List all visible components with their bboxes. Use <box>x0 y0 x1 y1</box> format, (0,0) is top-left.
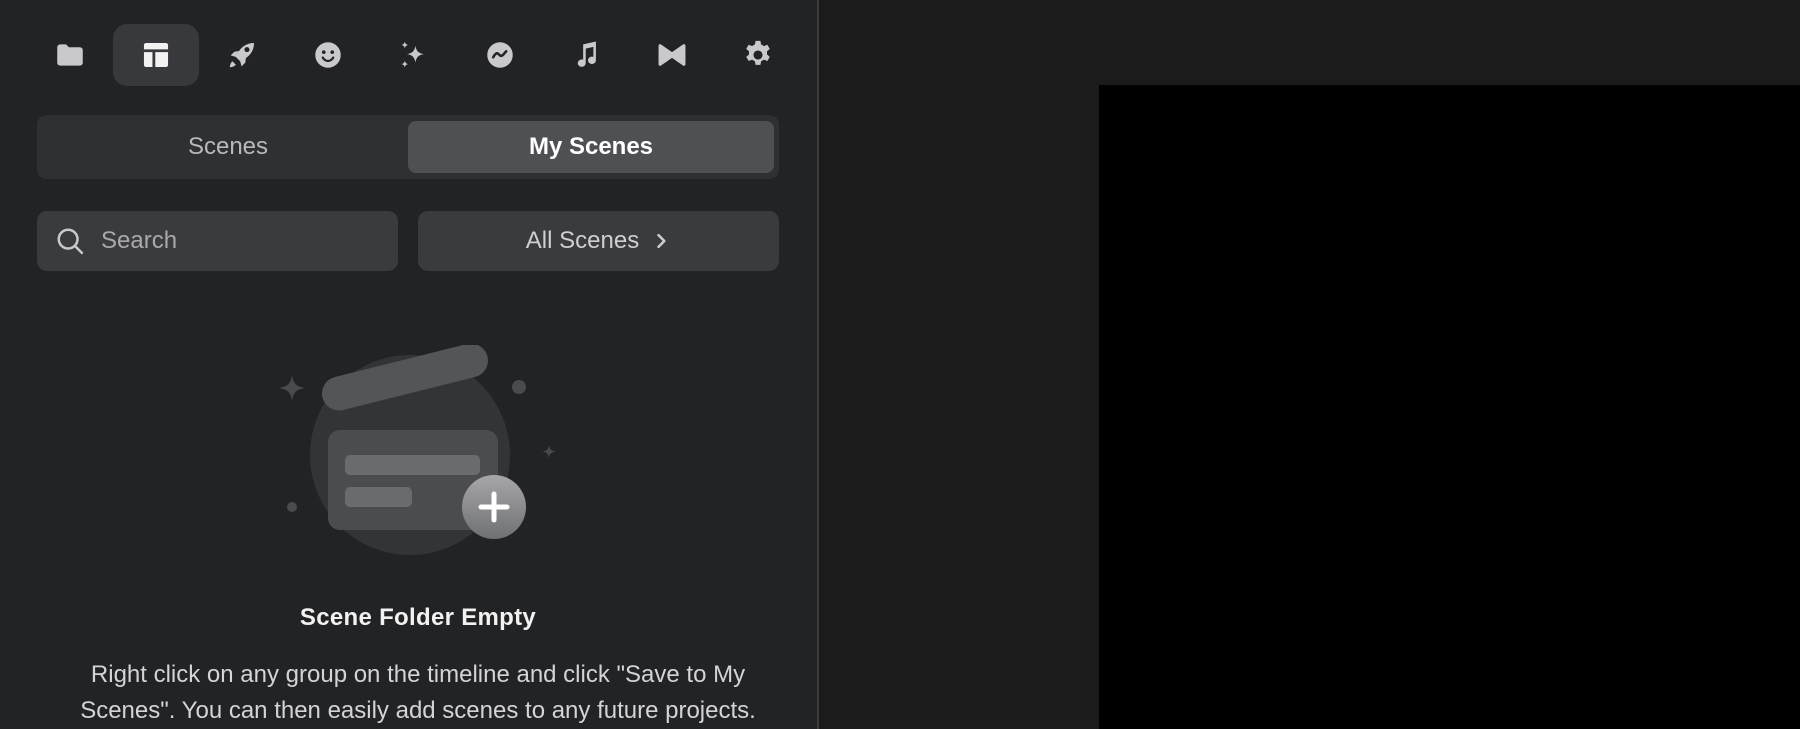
preview-canvas[interactable] <box>1099 85 1800 729</box>
tab-my-scenes[interactable]: My Scenes <box>408 121 774 173</box>
smiley-icon <box>315 42 341 68</box>
all-scenes-label: All Scenes <box>525 227 640 254</box>
gear-icon <box>746 40 770 65</box>
tab-scenes[interactable]: Scenes <box>45 121 411 173</box>
rocket-icon <box>229 42 255 68</box>
stickers-button[interactable] <box>285 24 371 86</box>
music-button[interactable] <box>543 24 629 86</box>
sparkles-icon <box>401 41 424 68</box>
scene-sidebar: Scenes My Scenes All Scenes <box>0 0 819 729</box>
search-input[interactable] <box>99 226 383 256</box>
search-icon <box>57 228 84 255</box>
all-scenes-filter-button[interactable]: All Scenes <box>418 211 779 271</box>
transition-icon <box>658 44 686 66</box>
empty-state-title: Scene Folder Empty <box>299 604 537 631</box>
settings-button[interactable] <box>715 24 801 86</box>
layout-icon <box>143 42 169 68</box>
charts-button[interactable] <box>457 24 543 86</box>
effects-button[interactable] <box>371 24 457 86</box>
scenes-button[interactable] <box>113 24 199 86</box>
scene-tabs: Scenes My Scenes <box>37 115 779 179</box>
music-icon <box>577 41 596 67</box>
transitions-button[interactable] <box>629 24 715 86</box>
animations-button[interactable] <box>199 24 285 86</box>
chart-icon <box>487 42 513 68</box>
toolbar <box>27 24 795 86</box>
chevron-right-icon <box>657 233 666 249</box>
folder-button[interactable] <box>27 24 113 86</box>
empty-folder-illustration <box>279 345 556 555</box>
folder-icon <box>57 44 83 66</box>
search-box[interactable] <box>37 211 398 271</box>
empty-state-description: Right click on any group on the timeline… <box>80 661 756 724</box>
